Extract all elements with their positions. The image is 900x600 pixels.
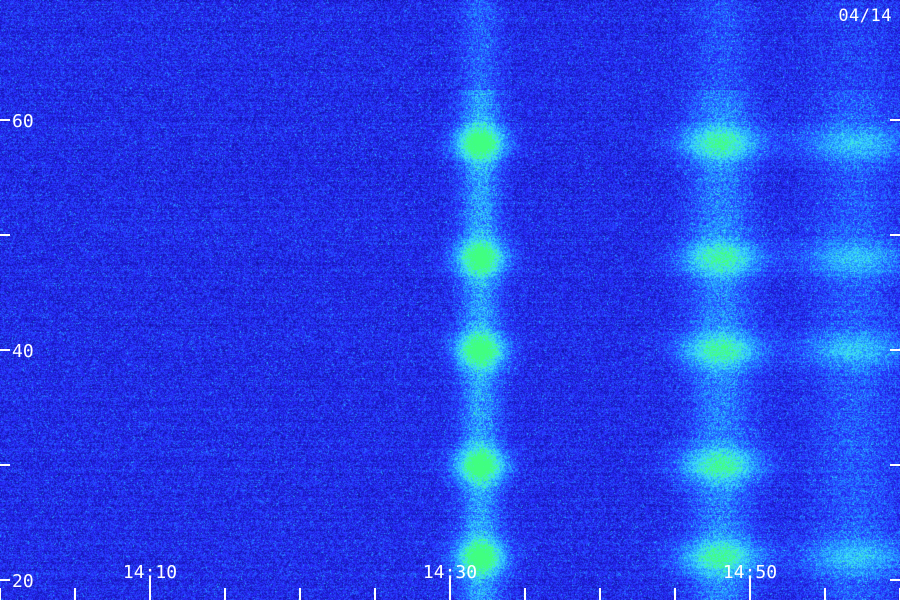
x-tick-label-14:10: 14:10 bbox=[123, 562, 177, 583]
spectrogram-chart: 20 40 60 14:10 14:30 14:50 04/14 bbox=[0, 0, 900, 600]
y-tick-label-20: 20 bbox=[12, 571, 34, 592]
x-tick-label-14:30: 14:30 bbox=[423, 562, 477, 583]
axes-overlay: 20 40 60 14:10 14:30 14:50 bbox=[0, 111, 900, 600]
date-label: 04/14 bbox=[838, 6, 892, 26]
y-tick-label-60: 60 bbox=[12, 111, 34, 132]
y-tick-label-40: 40 bbox=[12, 341, 34, 362]
x-tick-label-14:50: 14:50 bbox=[723, 562, 777, 583]
